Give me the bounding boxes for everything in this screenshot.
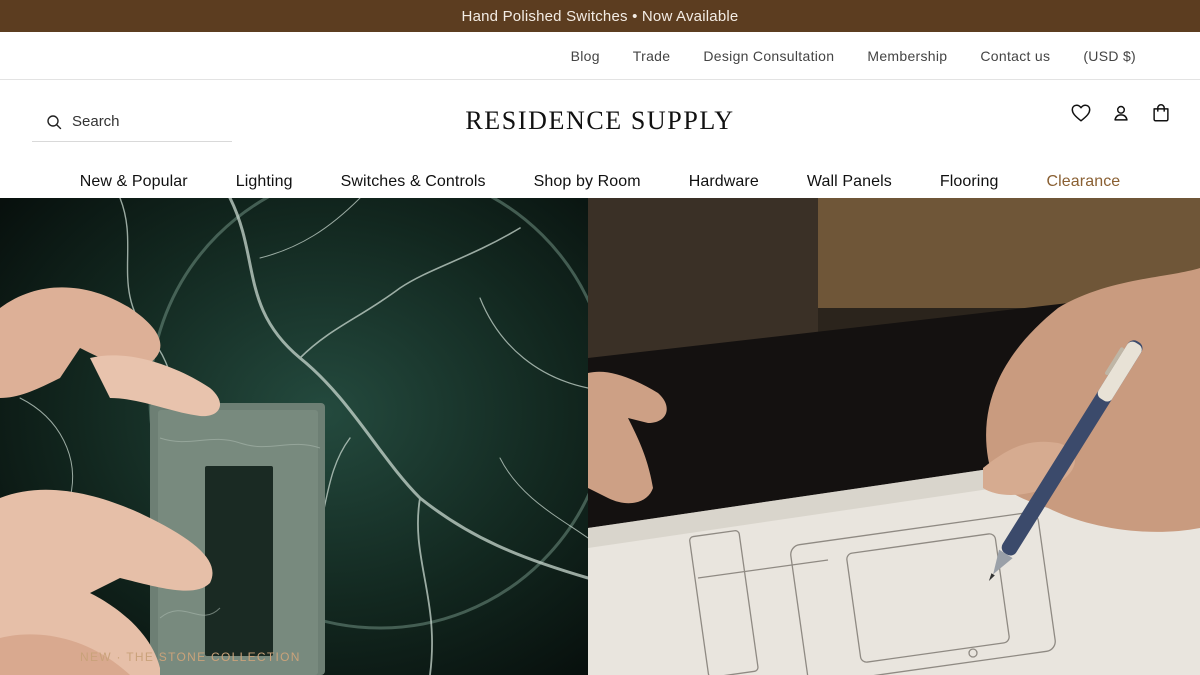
hero-image-sketching: [588, 198, 1200, 675]
header-icons: [1070, 102, 1172, 124]
announcement-text: Hand Polished Switches • Now Available: [461, 7, 739, 25]
announcement-bar: Hand Polished Switches • Now Available: [0, 0, 1200, 32]
utility-nav: Blog Trade Design Consultation Membershi…: [0, 32, 1200, 80]
utility-link-design-consultation[interactable]: Design Consultation: [703, 48, 834, 64]
marble-plate-illustration: [0, 198, 588, 675]
hero-caption: NEW · THE STONE COLLECTION: [80, 650, 301, 664]
utility-link-blog[interactable]: Blog: [571, 48, 600, 64]
nav-flooring[interactable]: Flooring: [940, 173, 999, 191]
utility-link-trade[interactable]: Trade: [633, 48, 671, 64]
nav-clearance[interactable]: Clearance: [1046, 173, 1120, 191]
nav-hardware[interactable]: Hardware: [689, 173, 759, 191]
hero-banner[interactable]: NEW · THE STONE COLLECTION: [0, 198, 1200, 675]
main-nav: New & Popular Lighting Switches & Contro…: [0, 166, 1200, 198]
currency-selector[interactable]: (USD $): [1083, 48, 1136, 64]
hero-image-marble-switch: [0, 198, 588, 675]
heart-icon[interactable]: [1070, 102, 1092, 124]
nav-lighting[interactable]: Lighting: [236, 173, 293, 191]
cart-icon[interactable]: [1150, 102, 1172, 124]
nav-shop-by-room[interactable]: Shop by Room: [534, 173, 641, 191]
nav-new-popular[interactable]: New & Popular: [80, 173, 188, 191]
search-bar[interactable]: [32, 102, 232, 142]
utility-link-contact[interactable]: Contact us: [980, 48, 1050, 64]
search-input[interactable]: [72, 113, 212, 130]
site-header: RESIDENCE SUPPLY New & Popular Lighting …: [0, 80, 1200, 198]
nav-wall-panels[interactable]: Wall Panels: [807, 173, 892, 191]
search-icon: [47, 114, 62, 129]
account-icon[interactable]: [1110, 102, 1132, 124]
nav-switches-controls[interactable]: Switches & Controls: [341, 173, 486, 191]
utility-link-membership[interactable]: Membership: [867, 48, 947, 64]
brand-logo[interactable]: RESIDENCE SUPPLY: [400, 106, 800, 136]
drawing-hand-illustration: [588, 198, 1200, 675]
